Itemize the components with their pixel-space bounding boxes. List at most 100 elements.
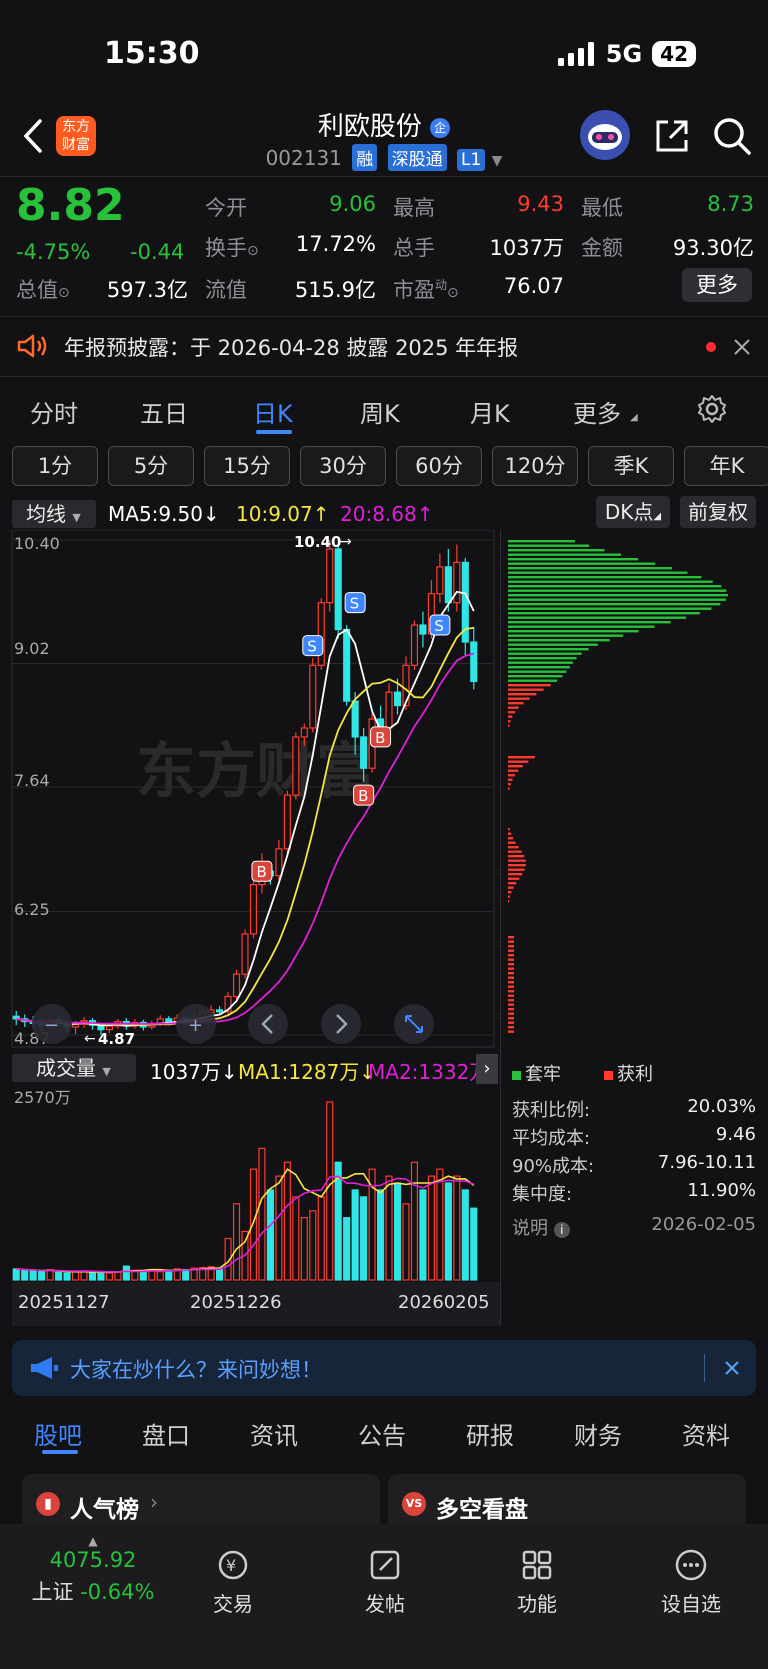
stock-title[interactable]: 利欧股份 企 (0, 106, 768, 143)
speaker-icon (17, 334, 47, 358)
candle-body (216, 1009, 224, 1013)
tab-five-day[interactable]: 五日 (140, 394, 188, 429)
stock-code-line[interactable]: 002131 融 深股通 L1 ▼ (0, 144, 768, 171)
content-tabs: 股吧 盘口 资讯 公告 研报 财务 资料 (0, 1404, 768, 1454)
signal-sell-1[interactable]: S (344, 592, 366, 614)
signal-buy-4[interactable]: B (353, 784, 375, 806)
period-15m[interactable]: 15分 (204, 446, 290, 486)
mktcap-label[interactable]: 总值⊙ (16, 274, 70, 304)
scroll-right-button[interactable] (321, 1004, 361, 1044)
tab-more[interactable]: 更多 (573, 394, 621, 429)
chip-bar (508, 837, 514, 840)
volume-bar (165, 1269, 173, 1281)
more-button[interactable]: 更多 (682, 268, 752, 302)
chip-bar (508, 841, 516, 844)
chip-bar (508, 657, 577, 660)
period-year[interactable]: 年K (684, 446, 768, 486)
chip-bar (508, 882, 517, 885)
candle-body (360, 736, 368, 769)
period-quarter[interactable]: 季K (588, 446, 674, 486)
volume-bar (283, 1161, 291, 1281)
change-amount: -0.44 (130, 240, 185, 264)
volume-chart[interactable]: 2570万 20251127 20251226 20260205 (0, 1084, 500, 1326)
chip-bar (508, 1003, 514, 1006)
tab-news[interactable]: 资讯 (250, 1416, 298, 1451)
signal-sell-2[interactable]: S (429, 614, 451, 636)
period-1m[interactable]: 1分 (12, 446, 98, 486)
chip-bar (508, 724, 510, 727)
signal-sell-0[interactable]: S (302, 635, 324, 657)
chip-bar (508, 540, 575, 543)
index-widget[interactable]: ▲ 4075.92 上证 -0.64% (18, 1534, 168, 1606)
chip-bar (508, 981, 514, 984)
tab-finance[interactable]: 财务 (574, 1416, 622, 1451)
chip-stat-concentration: 集中度: 11.90% (512, 1180, 756, 1205)
zoom-in-button[interactable]: + (176, 1004, 216, 1044)
tab-orderbook[interactable]: 盘口 (142, 1416, 190, 1451)
robot-avatar[interactable] (580, 110, 630, 160)
chip-bar (508, 967, 514, 970)
period-5m[interactable]: 5分 (108, 446, 194, 486)
volume-bar (461, 1189, 469, 1281)
open-value: 9.06 (329, 192, 376, 216)
signal-buy-3[interactable]: B (251, 860, 273, 882)
volume-bar (29, 1270, 37, 1281)
tab-weekly-k[interactable]: 周K (360, 394, 400, 429)
svg-text:¥: ¥ (226, 1556, 236, 1575)
volume-bar (470, 1207, 478, 1281)
index-change: -0.64% (80, 1580, 155, 1604)
volume-expand-button[interactable]: › (476, 1054, 498, 1084)
expand-button[interactable] (394, 1004, 434, 1044)
chip-bar (508, 895, 510, 898)
nav-trade[interactable]: ¥ 交易 (188, 1548, 278, 1617)
period-30m[interactable]: 30分 (300, 446, 386, 486)
tab-forum[interactable]: 股吧 (34, 1416, 82, 1451)
chip-bar (508, 940, 515, 943)
chip-bar (508, 1026, 514, 1029)
tab-intraday[interactable]: 分时 (30, 394, 78, 429)
candle-body (410, 624, 419, 666)
tab-announcement[interactable]: 公告 (358, 1416, 406, 1451)
price-label-top: 10.40 (14, 534, 60, 553)
chip-stat-profit-ratio: 获利比例: 20.03% (512, 1096, 756, 1121)
scroll-left-button[interactable] (248, 1004, 288, 1044)
ask-banner[interactable]: 大家在炒什么？来问妙想！ (12, 1340, 756, 1396)
tab-profile[interactable]: 资料 (682, 1416, 730, 1451)
tab-monthly-k[interactable]: 月K (470, 394, 510, 429)
volume-bar (326, 1101, 334, 1281)
adjust-button[interactable]: 前复权 (680, 496, 756, 528)
candle-body (232, 973, 241, 998)
notice-dot (706, 342, 716, 352)
chip-bar (508, 598, 726, 601)
ma-selector[interactable]: 均线 ▼ (12, 500, 96, 528)
tab-research[interactable]: 研报 (466, 1416, 514, 1451)
nav-features[interactable]: 功能 (492, 1548, 582, 1617)
volume-bar (393, 1182, 402, 1281)
mktcap-value: 597.3亿 (106, 278, 188, 302)
svg-text:B: B (358, 787, 368, 805)
volume-selector[interactable]: 成交量 ▼ (12, 1054, 136, 1082)
nav-watchlist[interactable]: 设自选 (646, 1548, 736, 1617)
search-icon[interactable] (712, 116, 752, 156)
notice-text[interactable]: 年报预披露：于 2026-04-28 披露 2025 年年报 (64, 332, 518, 362)
pe-label[interactable]: 市盈动⊙ (393, 274, 459, 304)
gear-icon[interactable] (697, 394, 727, 424)
close-icon[interactable] (724, 1360, 740, 1376)
chip-bar (508, 760, 529, 763)
tab-daily-k[interactable]: 日K (253, 394, 293, 429)
period-60m[interactable]: 60分 (396, 446, 482, 486)
nav-post[interactable]: 发帖 (340, 1548, 430, 1617)
zoom-out-button[interactable]: − (32, 1004, 72, 1044)
period-120m[interactable]: 120分 (492, 446, 578, 486)
low-marker: 4.87 (98, 1030, 135, 1048)
chip-bar (508, 1012, 514, 1015)
close-icon[interactable] (733, 338, 751, 356)
chip-bar (508, 985, 514, 988)
company-badge: 企 (430, 117, 451, 138)
svg-text:S: S (307, 638, 317, 656)
turnover-label[interactable]: 换手⊙ (205, 232, 259, 262)
kline-chart[interactable]: 东方财富 S S S B B B 10.40 9.02 7.64 6.25 4.87 10… (0, 530, 502, 1048)
share-icon[interactable] (654, 118, 690, 154)
signal-buy-5[interactable]: B (370, 726, 392, 748)
dk-button[interactable]: DK点◢ (596, 496, 670, 528)
